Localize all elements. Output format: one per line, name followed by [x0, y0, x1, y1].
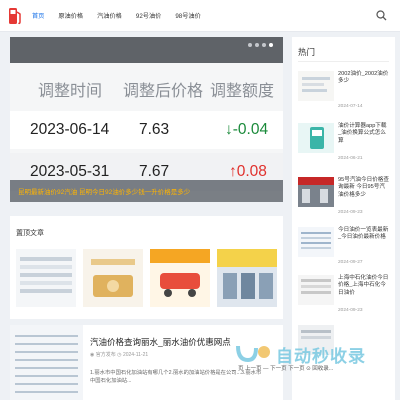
row-date: 2023-05-31: [30, 163, 110, 180]
thumbnail[interactable]: [298, 177, 334, 207]
nav-item-98-oil[interactable]: 98号油价: [175, 11, 200, 20]
thumbnail[interactable]: [298, 71, 334, 101]
hot-item-title[interactable]: 上海中石化油价今日价格_上海中石化今日油价: [338, 275, 389, 297]
hot-list-item[interactable]: 上海中石化油价今日价格_上海中石化今日油价 2024-09-23: [298, 275, 389, 315]
featured-thumbnail[interactable]: [83, 249, 143, 307]
hot-list-item[interactable]: 95号汽油今日价格查询最新 今日95号汽油价格多少 2024-09-23: [298, 177, 389, 217]
carousel-dot[interactable]: [248, 43, 252, 47]
featured-articles: 置顶文章: [10, 216, 283, 319]
carousel-header-bar: [10, 37, 283, 63]
nav-item-gasoline[interactable]: 汽油价格: [97, 11, 122, 20]
nav-item-crude-oil[interactable]: 原油价格: [58, 11, 83, 20]
table-row: 2023-06-14 7.63 ↓-0.04: [10, 111, 283, 149]
featured-thumbnail[interactable]: [150, 249, 210, 307]
hot-item-date: 2024-06-21: [338, 156, 363, 161]
search-icon[interactable]: [376, 10, 387, 21]
article-thumbnail[interactable]: [10, 325, 83, 400]
top-navigation-bar: 首页 原油价格 汽油价格 92号油价 98号油价: [0, 0, 400, 32]
hot-list-item[interactable]: 油价计算器app下载_油价换算公式怎么算 2024-06-21: [298, 123, 389, 163]
article-author: 官方发布: [95, 352, 116, 358]
fuel-pump-logo-icon[interactable]: [8, 6, 22, 26]
hot-item-title[interactable]: 今日油价一览表最新_今日油价最新价格: [338, 227, 389, 242]
hot-item-date: 2024-09-27: [338, 260, 363, 265]
article-meta: ◉ 官方发布 ◷ 2024-11-21: [90, 351, 148, 358]
featured-title: 置顶文章: [16, 230, 44, 237]
watermark-logo-icon: [236, 345, 270, 362]
nav-item-92-oil[interactable]: 92号油价: [136, 11, 161, 20]
carousel-dot[interactable]: [255, 43, 259, 47]
hot-item-date: 2024-07-14: [338, 104, 363, 109]
hot-item-title[interactable]: 2002油价_2002油价多少: [338, 71, 389, 86]
article-date: 2024-11-21: [122, 352, 149, 358]
hot-list-item[interactable]: 2002油价_2002油价多少 2024-07-14: [298, 71, 389, 111]
featured-thumbnail[interactable]: [217, 249, 277, 307]
main-nav: 首页 原油价格 汽油价格 92号油价 98号油价: [32, 11, 215, 20]
thumbnail[interactable]: [298, 227, 334, 257]
article-title[interactable]: 汽油价格查询丽水_丽水油价优惠网点: [90, 336, 231, 348]
hot-list-item[interactable]: 今日油价一览表最新_今日油价最新价格 2024-09-27: [298, 227, 389, 267]
header-adjust-amount: 调整额度: [210, 83, 275, 100]
hot-item-title[interactable]: 95号汽油今日价格查询最新 今日95号汽油价格多少: [338, 177, 389, 199]
featured-thumbnail[interactable]: [16, 249, 76, 307]
carousel-caption[interactable]: 昆明最新油价92汽油 昆明今日92油价多少钱一升价格是多少: [10, 180, 283, 202]
row-price: 7.67: [139, 163, 170, 180]
row-price: 7.63: [139, 121, 170, 138]
header-adjust-time: 调整时间: [38, 83, 103, 100]
nav-item-home[interactable]: 首页: [32, 11, 44, 20]
pagination-text: 页 上一页 — 下一页 下一页 ⊙ 回收录...: [238, 366, 334, 372]
hot-item-date: 2024-09-23: [338, 210, 363, 215]
row-date: 2023-06-14: [30, 121, 110, 138]
carousel-dot-active[interactable]: [269, 43, 273, 47]
row-change: ↓-0.04: [225, 121, 269, 138]
hot-item-date: 2024-09-23: [338, 308, 363, 313]
hot-item-title[interactable]: 油价计算器app下载_油价换算公式怎么算: [338, 123, 389, 145]
hero-carousel[interactable]: 调整时间 调整后价格 调整额度 2023-06-14 7.63 ↓-0.04 2…: [10, 37, 283, 202]
header-adjusted-price: 调整后价格: [123, 83, 204, 100]
site-watermark: 自动秒收录 页 上一页 — 下一页 下一页 ⊙ 回收录...: [232, 336, 392, 376]
thumbnail[interactable]: [298, 275, 334, 305]
carousel-indicators: [248, 43, 273, 47]
thumbnail[interactable]: [298, 123, 334, 153]
carousel-caption-text[interactable]: 昆明最新油价92汽油 昆明今日92油价多少钱一升价格是多少: [18, 186, 190, 196]
carousel-dot[interactable]: [262, 43, 266, 47]
divider: [298, 61, 389, 62]
row-change: ↑0.08: [229, 163, 267, 180]
sidebar-title: 热门: [298, 47, 316, 57]
